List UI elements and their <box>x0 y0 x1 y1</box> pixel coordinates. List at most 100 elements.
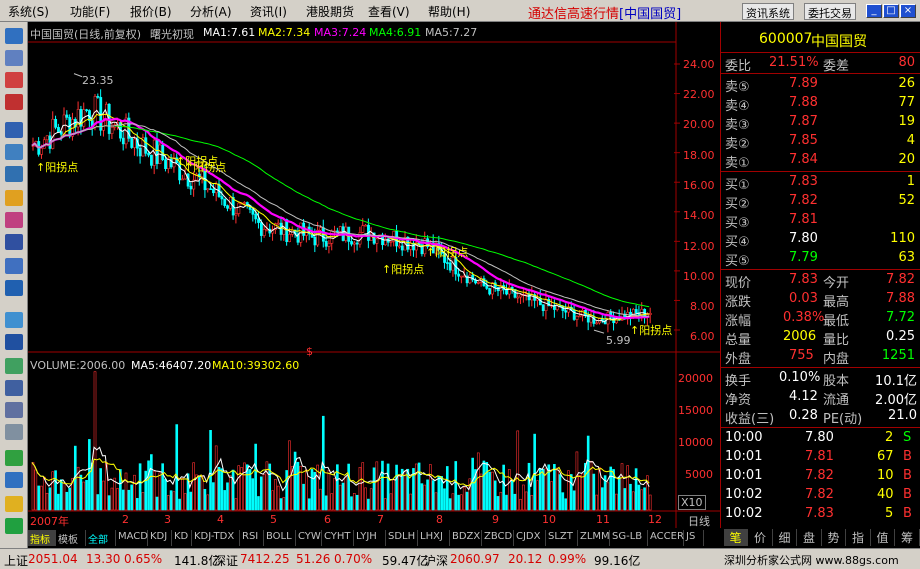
menu-info[interactable]: 资讯(I) <box>250 3 287 20</box>
x-axis-tick: 8 <box>436 513 443 526</box>
candle-body <box>138 147 142 157</box>
link-icon[interactable] <box>5 424 23 440</box>
rsi-icon[interactable] <box>5 334 23 350</box>
bid-row[interactable]: 买② 7.82 52 <box>721 192 920 212</box>
chart-canvas[interactable] <box>28 22 720 528</box>
kline-icon[interactable] <box>5 94 23 110</box>
sh-index: 2051.04 <box>28 552 78 566</box>
price-axis-tick: 22.00 <box>683 88 715 101</box>
indicator-tab[interactable]: JS <box>684 530 704 546</box>
ask-row[interactable]: 卖① 7.84 20 <box>721 151 920 171</box>
indicator-tab[interactable]: 全部 <box>86 530 116 546</box>
indicator-tab[interactable]: ACCER <box>648 530 684 546</box>
low-marker <box>593 329 605 334</box>
panel-tab[interactable]: 势 <box>822 529 846 546</box>
multiplier-badge[interactable]: X10 <box>678 495 706 510</box>
f10-icon[interactable] <box>5 234 23 250</box>
menu-view[interactable]: 查看(V) <box>368 3 410 20</box>
menu-analysis[interactable]: 分析(A) <box>190 3 232 20</box>
search-icon[interactable] <box>5 258 23 274</box>
indicator-tab[interactable]: BOLL <box>264 530 296 546</box>
home-icon[interactable] <box>5 28 23 44</box>
indicator-tab[interactable]: SDLH <box>386 530 418 546</box>
panel-tab[interactable]: 值 <box>871 529 895 546</box>
indicator-tab[interactable]: KDJ <box>148 530 172 546</box>
period-label[interactable]: 日线 <box>688 513 710 529</box>
bid-row[interactable]: 买① 7.83 1 <box>721 173 920 193</box>
indicator-tab[interactable]: LYJH <box>354 530 386 546</box>
menu-hk[interactable]: 港股期货 <box>306 3 354 20</box>
minimize-icon[interactable]: _ <box>866 4 882 18</box>
volume-bar <box>124 472 128 511</box>
bid-row[interactable]: 买③ 7.81 <box>721 211 920 231</box>
mail-icon[interactable] <box>5 190 23 206</box>
indicator-tab[interactable]: 指标 <box>28 530 56 546</box>
website-credit[interactable]: 深圳分析家公式网 www.88gs.com <box>724 552 899 568</box>
panel-tab[interactable]: 指 <box>847 529 871 546</box>
login-icon[interactable] <box>5 450 23 466</box>
refresh-icon[interactable] <box>5 358 23 374</box>
indicator-tab[interactable]: MACD <box>116 530 148 546</box>
indicator-tab[interactable]: CJDX <box>514 530 546 546</box>
tick-row[interactable]: 10:01 7.81 67 B <box>721 448 920 467</box>
indicator-tab[interactable]: CYW <box>296 530 322 546</box>
tools-icon[interactable] <box>5 402 23 418</box>
people-icon[interactable] <box>5 212 23 228</box>
menu-quote[interactable]: 报价(B) <box>130 3 172 20</box>
candle-body <box>505 289 508 295</box>
panel-tab[interactable]: 细 <box>773 529 797 546</box>
sz-change: 51.26 <box>296 552 331 566</box>
indicator-tab[interactable]: RSI <box>240 530 264 546</box>
bid-row[interactable]: 买⑤ 7.79 63 <box>721 249 920 269</box>
ask-row[interactable]: 卖③ 7.87 19 <box>721 113 920 133</box>
indicator-tab[interactable]: 模板 <box>56 530 86 546</box>
menu-function[interactable]: 功能(F) <box>70 3 110 20</box>
indicator-tab[interactable]: CYHT <box>322 530 354 546</box>
indicator-tab[interactable]: KD <box>172 530 192 546</box>
wave-icon[interactable] <box>5 312 23 328</box>
arrow-up-icon[interactable] <box>5 518 23 534</box>
indicator-tab[interactable]: KDJ-TDX <box>192 530 240 546</box>
ask-row[interactable]: 卖⑤ 7.89 26 <box>721 75 920 95</box>
tick-row[interactable]: 10:00 7.80 2 S <box>721 429 920 448</box>
indicator-tab[interactable]: SLZT <box>546 530 578 546</box>
trend-chart-icon[interactable] <box>5 72 23 88</box>
report-icon[interactable] <box>5 144 23 160</box>
tick-row[interactable]: 10:02 7.83 5 B <box>721 505 920 524</box>
panel-tab[interactable]: 盘 <box>798 529 822 546</box>
pencil-icon[interactable] <box>5 496 23 512</box>
quote-list-icon[interactable] <box>5 50 23 66</box>
bid-price: 7.82 <box>789 193 818 208</box>
tick-row[interactable]: 10:02 7.82 40 B <box>721 486 920 505</box>
cursor-icon[interactable] <box>5 472 23 488</box>
indicator-tab[interactable]: LHXJ <box>418 530 450 546</box>
panel-tab[interactable]: 笔 <box>724 529 748 546</box>
volume-bar <box>460 494 463 511</box>
candle-body <box>595 322 599 325</box>
bid-row[interactable]: 买④ 7.80 110 <box>721 230 920 250</box>
quote-label: 涨幅 <box>725 314 752 329</box>
close-icon[interactable]: × <box>900 4 916 18</box>
menu-system[interactable]: 系统(S) <box>8 3 49 20</box>
menu-help[interactable]: 帮助(H) <box>428 3 470 20</box>
grid-icon[interactable] <box>5 380 23 396</box>
chart-area[interactable]: 中国国贸(日线,前复权) 曙光初现 MA1:7.61 MA2:7.34 MA3:… <box>28 22 720 528</box>
trade-button[interactable]: 委托交易 <box>804 3 856 20</box>
indicator-tab[interactable]: ZLMM <box>578 530 610 546</box>
panel-tab[interactable]: 筹 <box>896 529 920 546</box>
indicator-tab[interactable]: ZBCD <box>482 530 514 546</box>
candle-body <box>276 222 280 225</box>
fundamental-label: 流通 <box>823 393 850 408</box>
maximize-icon[interactable]: □ <box>883 4 899 18</box>
tick-row[interactable]: 10:01 7.82 10 B <box>721 467 920 486</box>
indicator-tab[interactable]: BDZX <box>450 530 482 546</box>
ask-row[interactable]: 卖④ 7.88 77 <box>721 94 920 114</box>
ask-row[interactable]: 卖② 7.85 4 <box>721 132 920 152</box>
panel-tab[interactable]: 价 <box>749 529 773 546</box>
volume-bar <box>386 463 390 511</box>
sort-icon[interactable] <box>5 166 23 182</box>
board-icon[interactable] <box>5 122 23 138</box>
indicator-tab[interactable]: SG-LB <box>610 530 648 546</box>
eit-icon[interactable] <box>5 280 23 296</box>
news-system-button[interactable]: 资讯系统 <box>742 3 794 20</box>
